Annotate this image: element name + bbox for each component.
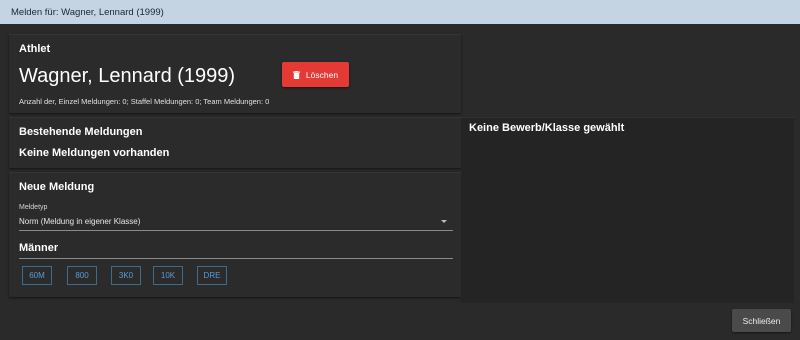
event-detail-panel: Keine Bewerb/Klasse gewählt: [461, 117, 794, 303]
existing-entries-card: Bestehende Meldungen Keine Meldungen vor…: [9, 117, 461, 168]
athlete-card: Athlet Wagner, Lennard (1999) Löschen An…: [9, 34, 461, 113]
class-heading: Männer: [19, 242, 59, 254]
delete-button-label: Löschen: [305, 69, 339, 80]
new-entry-card: Neue Meldung Meldetyp Norm (Meldung in e…: [9, 172, 461, 297]
close-button[interactable]: Schließen: [732, 309, 791, 332]
event-button-60m[interactable]: 60M: [22, 266, 52, 285]
entry-type-label: Meldetyp: [19, 204, 48, 211]
event-button-dre[interactable]: DRE: [197, 266, 227, 285]
event-button-3k0[interactable]: 3K0: [111, 266, 141, 285]
class-divider: [19, 258, 453, 259]
no-entries-text: Keine Meldungen vorhanden: [19, 147, 170, 159]
no-event-selected-text: Keine Bewerb/Klasse gewählt: [469, 122, 625, 134]
delete-button[interactable]: Löschen: [282, 62, 349, 87]
caret-down-icon[interactable]: [441, 220, 447, 223]
athlete-name: Wagner, Lennard (1999): [19, 65, 236, 87]
event-button-800[interactable]: 800: [67, 266, 97, 285]
trash-icon: [292, 70, 300, 79]
new-entry-heading: Neue Meldung: [19, 181, 95, 193]
dialog-body: Athlet Wagner, Lennard (1999) Löschen An…: [0, 24, 800, 340]
registration-summary: Anzahl der, Einzel Meldungen: 0; Staffel…: [19, 97, 270, 106]
existing-entries-heading: Bestehende Meldungen: [19, 126, 143, 138]
window-title: Melden für: Wagner, Lennard (1999): [0, 0, 800, 24]
event-button-10k[interactable]: 10K: [153, 266, 183, 285]
athlete-heading: Athlet: [19, 43, 51, 55]
entry-type-value[interactable]: Norm (Meldung in eigener Klasse): [19, 217, 140, 226]
select-underline: [19, 230, 453, 231]
